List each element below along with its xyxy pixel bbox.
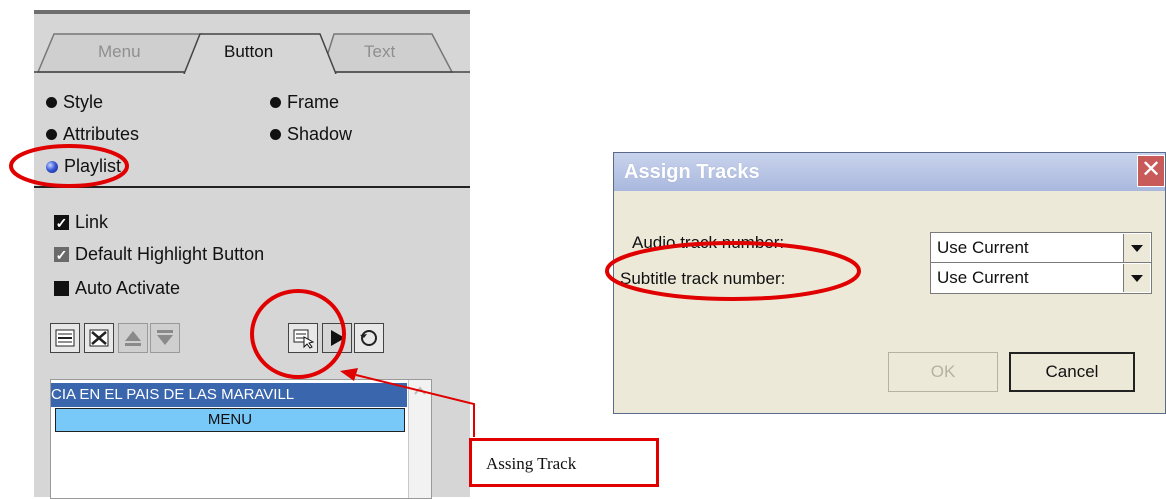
tab-button[interactable]: Button bbox=[224, 42, 273, 62]
checkbox-link-label: Link bbox=[75, 212, 109, 232]
playlist-item[interactable]: MENU bbox=[55, 408, 405, 432]
properties-panel: Menu Button Text Style Frame Attributes … bbox=[34, 10, 470, 499]
audio-track-select[interactable]: Use Current bbox=[930, 232, 1152, 264]
checkbox-link[interactable]: ✓ Link bbox=[54, 212, 108, 233]
radio-selected-dot-icon bbox=[46, 160, 58, 173]
radio-attributes[interactable]: Attributes bbox=[46, 124, 139, 145]
radio-dot-icon bbox=[270, 129, 281, 140]
cancel-button[interactable]: Cancel bbox=[1009, 352, 1135, 392]
move-up-button[interactable] bbox=[118, 323, 148, 353]
move-down-button[interactable] bbox=[150, 323, 180, 353]
checkbox-default-highlight[interactable]: ✓ Default Highlight Button bbox=[54, 244, 264, 265]
add-item-button[interactable] bbox=[50, 323, 80, 353]
callout-box: Assing Track bbox=[469, 438, 659, 487]
section-divider bbox=[34, 186, 470, 188]
chevron-down-icon[interactable] bbox=[1123, 234, 1150, 262]
tab-menu[interactable]: Menu bbox=[98, 42, 141, 62]
radio-frame[interactable]: Frame bbox=[270, 92, 339, 113]
close-button[interactable]: ✕ bbox=[1137, 155, 1165, 187]
loop-button[interactable] bbox=[354, 323, 384, 353]
scroll-up-icon bbox=[414, 386, 426, 395]
radio-dot-icon bbox=[270, 97, 281, 108]
close-icon: ✕ bbox=[1140, 156, 1162, 183]
dialog-titlebar[interactable]: Assign Tracks ✕ bbox=[614, 153, 1165, 191]
checkbox-default-highlight-label: Default Highlight Button bbox=[75, 244, 265, 264]
radio-dot-icon bbox=[46, 97, 57, 108]
radio-style-label: Style bbox=[63, 92, 104, 112]
remove-item-icon bbox=[89, 329, 109, 347]
assign-track-button[interactable] bbox=[288, 323, 318, 353]
radio-shadow-label: Shadow bbox=[287, 124, 353, 144]
playlist-title[interactable]: CIA EN EL PAIS DE LAS MARAVILL bbox=[51, 383, 407, 407]
checkmark-icon: ✓ bbox=[54, 246, 69, 263]
subtitle-track-select[interactable]: Use Current bbox=[930, 262, 1152, 294]
subtitle-track-label: Subtitle track number: bbox=[620, 269, 786, 288]
add-item-icon bbox=[55, 329, 75, 347]
remove-item-button[interactable] bbox=[84, 323, 114, 353]
move-up-icon bbox=[125, 331, 141, 346]
checkbox-auto-activate-label: Auto Activate bbox=[75, 278, 181, 298]
radio-style[interactable]: Style bbox=[46, 92, 103, 113]
radio-playlist[interactable]: Playlist bbox=[46, 156, 121, 177]
checkbox-auto-activate[interactable]: Auto Activate bbox=[54, 278, 180, 299]
radio-playlist-label: Playlist bbox=[64, 156, 122, 176]
playlist-box[interactable]: CIA EN EL PAIS DE LAS MARAVILL MENU bbox=[50, 379, 432, 499]
move-down-icon bbox=[157, 330, 173, 345]
audio-track-value: Use Current bbox=[937, 238, 1029, 257]
audio-track-label: Audio track number: bbox=[632, 233, 785, 252]
tab-text[interactable]: Text bbox=[364, 42, 395, 62]
subtitle-track-value: Use Current bbox=[937, 268, 1029, 287]
radio-dot-icon bbox=[46, 129, 57, 140]
play-icon bbox=[331, 330, 345, 346]
checkmark-icon: ✓ bbox=[54, 214, 69, 231]
ok-button[interactable]: OK bbox=[888, 352, 998, 392]
playlist-scrollbar[interactable] bbox=[408, 380, 431, 498]
assign-track-icon bbox=[293, 329, 314, 349]
radio-shadow[interactable]: Shadow bbox=[270, 124, 352, 145]
dialog-title: Assign Tracks bbox=[624, 161, 760, 183]
play-button[interactable] bbox=[322, 323, 352, 353]
chevron-down-icon[interactable] bbox=[1123, 264, 1150, 292]
radio-attributes-label: Attributes bbox=[63, 124, 140, 144]
assign-tracks-dialog: Assign Tracks ✕ Audio track number: Use … bbox=[613, 152, 1166, 414]
loop-icon bbox=[360, 330, 377, 346]
checkbox-box-icon bbox=[54, 281, 69, 296]
radio-frame-label: Frame bbox=[287, 92, 340, 112]
